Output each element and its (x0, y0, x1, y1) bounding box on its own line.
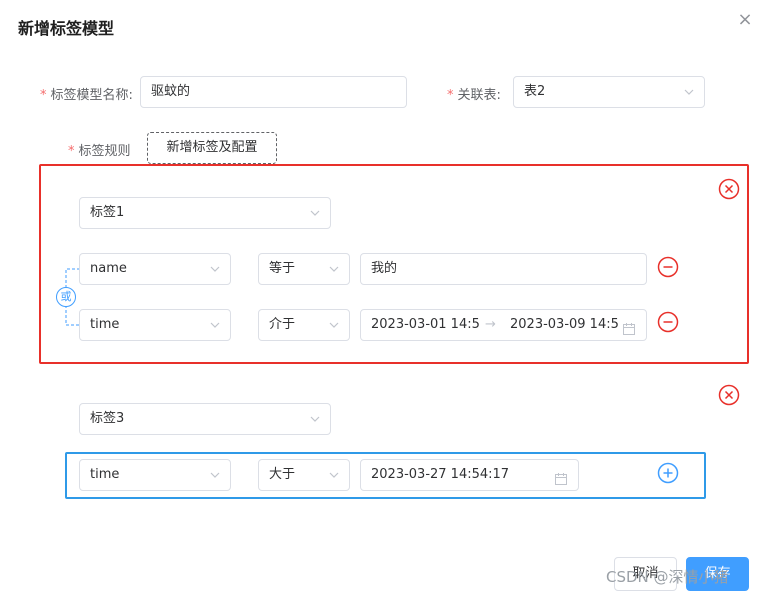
tag-select-value: 标签1 (90, 205, 125, 220)
table-select[interactable]: 表2 (513, 76, 705, 108)
watermark: CSDN @深情小猪 (606, 568, 729, 586)
calendar-icon (622, 318, 636, 335)
condition-operator-value: 介于 (269, 317, 296, 332)
model-name-label: * 标签模型名称: (40, 88, 133, 103)
chevron-down-icon (684, 87, 694, 97)
condition-operator-select[interactable]: 介于 (258, 309, 350, 341)
chevron-down-icon (210, 264, 220, 274)
required-mark: * (40, 88, 47, 103)
required-mark: * (68, 144, 75, 159)
condition-field-value: name (90, 261, 127, 276)
condition-field-select[interactable]: time (79, 459, 231, 491)
calendar-icon (554, 468, 568, 485)
chevron-down-icon (329, 264, 339, 274)
table-select-value: 表2 (524, 84, 546, 99)
date-range-separator: → (485, 317, 496, 332)
date-range-end[interactable]: 2023-03-09 14:53 (510, 310, 618, 340)
add-condition-icon[interactable] (657, 462, 679, 484)
chevron-down-icon (310, 208, 320, 218)
logic-or-badge[interactable]: 或 (56, 287, 76, 307)
date-picker[interactable]: 2023-03-27 14:54:17 (360, 459, 579, 491)
remove-group-icon[interactable] (718, 178, 740, 200)
chevron-down-icon (210, 470, 220, 480)
date-range-picker[interactable]: 2023-03-01 14:53 → 2023-03-09 14:53 (360, 309, 647, 341)
chevron-down-icon (329, 470, 339, 480)
remove-condition-icon[interactable] (657, 256, 679, 278)
model-name-input[interactable]: 驱蚊的 (140, 76, 407, 108)
condition-value-input[interactable]: 我的 (360, 253, 647, 285)
condition-operator-value: 大于 (269, 467, 296, 482)
required-mark: * (447, 88, 454, 103)
condition-operator-value: 等于 (269, 261, 296, 276)
table-label: * 关联表: (447, 88, 501, 103)
chevron-down-icon (329, 320, 339, 330)
condition-field-select[interactable]: name (79, 253, 231, 285)
chevron-down-icon (310, 414, 320, 424)
close-icon[interactable]: × (736, 10, 754, 30)
condition-field-value: time (90, 317, 120, 332)
condition-operator-select[interactable]: 大于 (258, 459, 350, 491)
date-range-start[interactable]: 2023-03-01 14:53 (371, 310, 479, 340)
condition-field-value: time (90, 467, 120, 482)
tag-select[interactable]: 标签1 (79, 197, 331, 229)
remove-group-icon[interactable] (718, 384, 740, 406)
chevron-down-icon (210, 320, 220, 330)
dialog-title: 新增标签模型 (18, 19, 115, 38)
add-tag-button[interactable]: 新增标签及配置 (147, 132, 277, 164)
tag-select-value: 标签3 (90, 411, 125, 426)
rules-label: * 标签规则 (68, 144, 131, 159)
date-picker-value: 2023-03-27 14:54:17 (371, 467, 510, 482)
condition-operator-select[interactable]: 等于 (258, 253, 350, 285)
remove-condition-icon[interactable] (657, 311, 679, 333)
tag-select[interactable]: 标签3 (79, 403, 331, 435)
condition-field-select[interactable]: time (79, 309, 231, 341)
